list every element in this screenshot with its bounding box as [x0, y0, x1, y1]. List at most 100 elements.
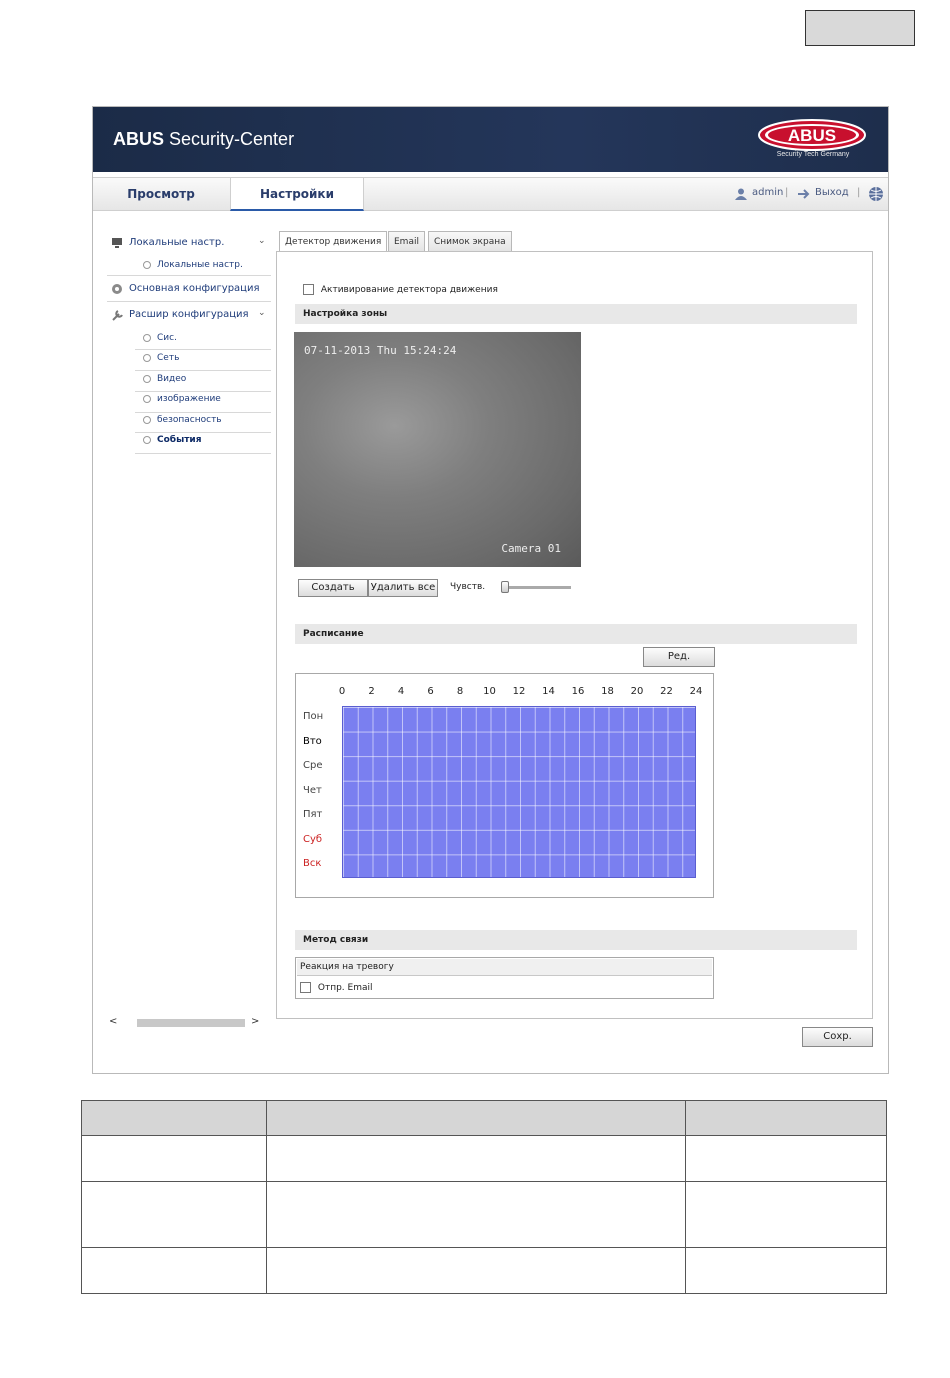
sidebar-item-video[interactable]: Видео: [143, 374, 186, 384]
wrench-icon: [112, 310, 123, 321]
divider: [107, 275, 271, 276]
divider: [135, 432, 271, 433]
bullet-icon: [143, 435, 151, 444]
chevron-down-icon[interactable]: ⌄: [258, 236, 266, 246]
nav-separator: |: [785, 187, 789, 198]
divider: [107, 301, 271, 302]
page-number-box: [805, 10, 915, 46]
divider: [135, 412, 271, 413]
linkage-method-header: Метод связи: [295, 930, 857, 950]
hour-label: 10: [483, 686, 496, 697]
sidebar-item-events[interactable]: События: [143, 435, 202, 445]
hour-label: 8: [456, 686, 464, 697]
logout-icon: [798, 189, 810, 199]
day-label: Вск: [303, 858, 322, 870]
day-label: Чет: [303, 784, 322, 796]
scroll-left-arrow-icon[interactable]: <: [109, 1016, 117, 1027]
camera-timestamp: 07-11-2013 Thu 15:24:24: [304, 344, 457, 357]
globe-help-icon[interactable]: [868, 186, 884, 202]
hour-label: 16: [571, 686, 585, 697]
tab-live-view[interactable]: Просмотр: [93, 178, 229, 211]
table-row: [81, 1247, 887, 1294]
hour-label: 14: [542, 686, 555, 697]
tab-settings[interactable]: Настройки: [230, 178, 364, 211]
divider: [135, 370, 271, 371]
bullet-icon: [143, 353, 151, 362]
enable-motion-detection[interactable]: Активирование детектора движения: [303, 284, 498, 295]
day-label: Сре: [303, 760, 323, 772]
tab-motion-detection[interactable]: Детектор движения: [279, 231, 388, 252]
hour-label: 4: [397, 686, 405, 697]
hour-label: 24: [689, 686, 703, 697]
sidebar-basic-header[interactable]: Основная конфигурация: [129, 283, 260, 294]
user-icon: [735, 188, 747, 200]
logo-subtitle: Security Tech Germany: [776, 151, 850, 158]
scroll-right-arrow-icon[interactable]: >: [251, 1016, 259, 1027]
sensitivity-slider-handle[interactable]: [501, 581, 509, 593]
divider: [135, 453, 271, 454]
hour-label: 2: [368, 686, 375, 697]
logout-link[interactable]: Выход: [815, 187, 849, 198]
zone-settings-header: Настройка зоны: [295, 304, 857, 324]
chevron-down-icon[interactable]: ⌄: [258, 308, 266, 318]
alarm-action-header: Реакция на тревогу: [297, 959, 712, 976]
schedule-panel: 0 2 4 6 8 10 12 14 16 18 20 22 24 Пон Вто Сре Чет Пят Суб…: [295, 673, 714, 898]
camera-name: Camera 01: [501, 542, 561, 555]
day-label: Суб: [303, 833, 323, 845]
sidebar-scrollbar[interactable]: < >: [109, 1016, 263, 1029]
logo-text: ABUS: [788, 126, 836, 145]
sidebar-advanced-header[interactable]: Расшир конфигурация: [129, 309, 249, 320]
sidebar-item-security[interactable]: безопасность: [143, 415, 222, 425]
abus-logo: ABUS: [758, 119, 866, 151]
app-title: ABUS Security-Center: [113, 129, 295, 149]
schedule-header: Расписание: [295, 624, 857, 644]
create-zone-button[interactable]: Создать: [298, 579, 368, 597]
enable-checkbox[interactable]: [303, 284, 314, 295]
header-banner: ABUS Security-Center ABUS Security Tech …: [93, 107, 888, 172]
document-table: [81, 1100, 887, 1294]
bullet-icon: [143, 374, 151, 383]
top-nav: Просмотр Настройки admin | Выход |: [93, 177, 888, 211]
table-row: [81, 1135, 887, 1182]
divider: [135, 391, 271, 392]
save-button[interactable]: Сохр.: [802, 1027, 873, 1047]
edit-schedule-button[interactable]: Ред.: [643, 647, 715, 667]
hour-label: 6: [427, 686, 434, 697]
table-row: [81, 1181, 887, 1248]
sidebar-item-image[interactable]: изображение: [143, 394, 221, 404]
monitor-icon: [112, 238, 122, 248]
bullet-icon: [143, 260, 151, 269]
hour-label: 18: [601, 686, 614, 697]
camera-preview[interactable]: 07-11-2013 Thu 15:24:24 Camera 01: [294, 332, 581, 567]
hour-label: 0: [338, 686, 346, 697]
app-window: ABUS Security-Center ABUS Security Tech …: [92, 106, 889, 1074]
schedule-grid[interactable]: [342, 706, 696, 878]
day-label: Пят: [303, 809, 323, 821]
sensitivity-label: Чувств.: [450, 582, 486, 592]
send-email-checkbox[interactable]: [300, 982, 311, 993]
sidebar-item-local-settings[interactable]: Локальные настр.: [143, 260, 243, 270]
sensitivity-slider[interactable]: [501, 586, 571, 589]
alarm-action-table: Реакция на тревогу Отпр. Email: [295, 957, 714, 999]
hour-label: 12: [512, 686, 526, 697]
bullet-icon: [143, 394, 151, 403]
divider: [135, 349, 271, 350]
delete-all-button[interactable]: Удалить все: [368, 579, 438, 597]
tab-email[interactable]: Email: [388, 231, 425, 251]
username-link[interactable]: admin: [752, 187, 783, 198]
bullet-icon: [143, 415, 151, 424]
sidebar-local-header[interactable]: Локальные настр.: [129, 237, 224, 248]
sidebar-item-system[interactable]: Сис.: [143, 333, 177, 343]
scrollbar-thumb[interactable]: [137, 1019, 245, 1027]
send-email-option[interactable]: Отпр. Email: [300, 982, 373, 993]
hour-label: 22: [660, 686, 673, 697]
gear-icon: [112, 284, 122, 294]
day-label: Вто: [303, 735, 322, 747]
tab-snapshot[interactable]: Снимок экрана: [428, 231, 512, 251]
sidebar-item-network[interactable]: Сеть: [143, 353, 179, 363]
hour-label: 20: [630, 686, 644, 697]
bullet-icon: [143, 333, 151, 342]
day-label: Пон: [303, 711, 324, 722]
nav-separator-2: |: [857, 187, 861, 198]
table-header-row: [81, 1100, 887, 1136]
